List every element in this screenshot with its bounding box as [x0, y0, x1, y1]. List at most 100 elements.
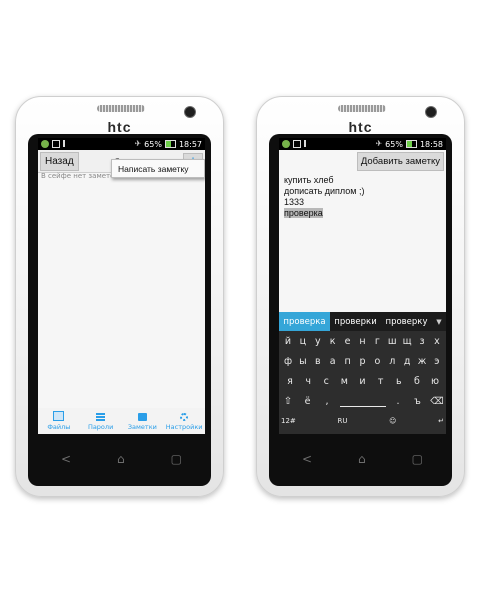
notification-icon — [52, 140, 60, 148]
action-bar: Добавить заметку — [279, 150, 446, 172]
key[interactable]: ф — [281, 356, 295, 367]
tab-settings[interactable]: Настройки — [163, 408, 205, 434]
key[interactable]: п — [341, 356, 355, 367]
key[interactable]: д — [400, 356, 414, 367]
status-bar: ✈ 65% 18:58 — [279, 138, 446, 150]
status-time: 18:57 — [178, 139, 202, 149]
brand-logo: htc — [348, 119, 373, 135]
note-line-selected: проверка — [284, 208, 323, 218]
key[interactable]: н — [355, 336, 369, 347]
add-note-button[interactable]: Добавить заметку — [356, 151, 444, 171]
key[interactable]: ё — [301, 396, 315, 407]
keyboard-row-3: я ч с м и т ь б ю — [279, 371, 446, 391]
battery-icon — [405, 140, 417, 148]
android-icon — [282, 140, 290, 148]
tab-passwords-label: Пароли — [87, 423, 114, 431]
language-key[interactable]: RU — [337, 417, 347, 425]
phone-right: htc ✈ 65% 18:58 Добавить заметку купить … — [256, 96, 465, 497]
key[interactable]: е — [341, 336, 355, 347]
back-button[interactable]: Назад — [40, 151, 79, 171]
tab-files-label: Файлы — [47, 423, 71, 431]
key[interactable]: с — [319, 376, 333, 387]
empty-state-text: В сейфе нет заметок — [41, 172, 119, 180]
key[interactable]: и — [356, 376, 370, 387]
list-icon — [96, 413, 106, 421]
earpiece-speaker — [97, 105, 145, 112]
home-softkey-icon[interactable]: ⌂ — [117, 452, 125, 466]
status-bar: ✈ 65% 18:57 — [38, 138, 205, 150]
key[interactable]: л — [385, 356, 399, 367]
key[interactable]: о — [370, 356, 384, 367]
home-softkey-icon[interactable]: ⌂ — [358, 452, 366, 466]
suggestion-bar: проверка проверки проверку ▼ — [279, 312, 446, 331]
key[interactable]: г — [370, 336, 384, 347]
shift-key-icon[interactable]: ⇧ — [281, 396, 295, 407]
key[interactable]: ю — [428, 376, 442, 387]
more-suggestions-icon[interactable]: ▼ — [432, 318, 446, 326]
file-icon — [53, 411, 65, 421]
soft-keys: < ⌂ ▢ — [279, 449, 446, 469]
key[interactable]: ц — [296, 336, 310, 347]
on-screen-keyboard: проверка проверки проверку ▼ й ц у к е н… — [279, 312, 446, 434]
battery-percent: 65% — [144, 139, 162, 149]
key[interactable]: у — [311, 336, 325, 347]
key[interactable]: я — [283, 376, 297, 387]
tab-notes[interactable]: Заметки — [122, 408, 164, 434]
suggestion-item[interactable]: проверки — [330, 312, 381, 331]
enter-key-icon[interactable]: ↵ — [438, 417, 444, 425]
key[interactable]: й — [281, 336, 295, 347]
space-key[interactable] — [339, 395, 386, 407]
key[interactable]: щ — [400, 336, 414, 347]
tab-passwords[interactable]: Пароли — [80, 408, 122, 434]
android-icon — [41, 140, 49, 148]
key[interactable]: э — [430, 356, 444, 367]
book-icon — [137, 413, 147, 421]
tab-notes-label: Заметки — [127, 423, 157, 431]
key[interactable]: з — [415, 336, 429, 347]
recent-apps-softkey-icon[interactable]: ▢ — [412, 452, 423, 466]
usb-icon — [63, 140, 70, 147]
screen-bezel: ✈ 65% 18:57 Назад Заметки + В сейфе нет … — [28, 134, 211, 486]
key[interactable]: к — [326, 336, 340, 347]
numbers-key[interactable]: 12# — [281, 417, 296, 425]
key[interactable]: х — [430, 336, 444, 347]
keyboard-row-4: ⇧ ё , . ъ ⌫ — [279, 391, 446, 411]
gear-icon — [180, 413, 189, 421]
key[interactable]: а — [326, 356, 340, 367]
recent-apps-softkey-icon[interactable]: ▢ — [171, 452, 182, 466]
key[interactable]: ь — [392, 376, 406, 387]
key[interactable]: в — [311, 356, 325, 367]
key[interactable]: ш — [385, 336, 399, 347]
front-camera — [425, 106, 437, 118]
emoji-key-icon[interactable]: ☺ — [389, 417, 396, 425]
note-line: купить хлеб — [284, 175, 334, 185]
suggestion-item[interactable]: проверку — [381, 312, 432, 331]
airplane-icon: ✈ — [375, 139, 383, 148]
key[interactable]: ъ — [411, 396, 425, 407]
backspace-key-icon[interactable]: ⌫ — [430, 396, 444, 407]
status-time: 18:58 — [419, 139, 443, 149]
airplane-icon: ✈ — [134, 139, 142, 148]
key[interactable]: ч — [301, 376, 315, 387]
menu-item-write-note[interactable]: Написать заметку — [111, 159, 205, 178]
key[interactable]: , — [320, 396, 334, 407]
key[interactable]: . — [391, 396, 405, 407]
soft-keys: < ⌂ ▢ — [38, 449, 205, 469]
key[interactable]: р — [355, 356, 369, 367]
notification-icon — [293, 140, 301, 148]
key[interactable]: т — [374, 376, 388, 387]
note-text-area[interactable]: купить хлеб дописать диплом ;) 1333 пров… — [284, 175, 364, 219]
screen: ✈ 65% 18:57 Назад Заметки + В сейфе нет … — [38, 138, 205, 434]
key[interactable]: б — [410, 376, 424, 387]
suggestion-item[interactable]: проверка — [279, 312, 330, 331]
tab-files[interactable]: Файлы — [38, 408, 80, 434]
note-line: 1333 — [284, 197, 305, 207]
screen: ✈ 65% 18:58 Добавить заметку купить хлеб… — [279, 138, 446, 434]
back-softkey-icon[interactable]: < — [61, 452, 71, 466]
keyboard-row-2: ф ы в а п р о л д ж э — [279, 351, 446, 371]
key[interactable]: м — [337, 376, 351, 387]
key[interactable]: ж — [415, 356, 429, 367]
key[interactable]: ы — [296, 356, 310, 367]
back-softkey-icon[interactable]: < — [302, 452, 312, 466]
battery-percent: 65% — [385, 139, 403, 149]
